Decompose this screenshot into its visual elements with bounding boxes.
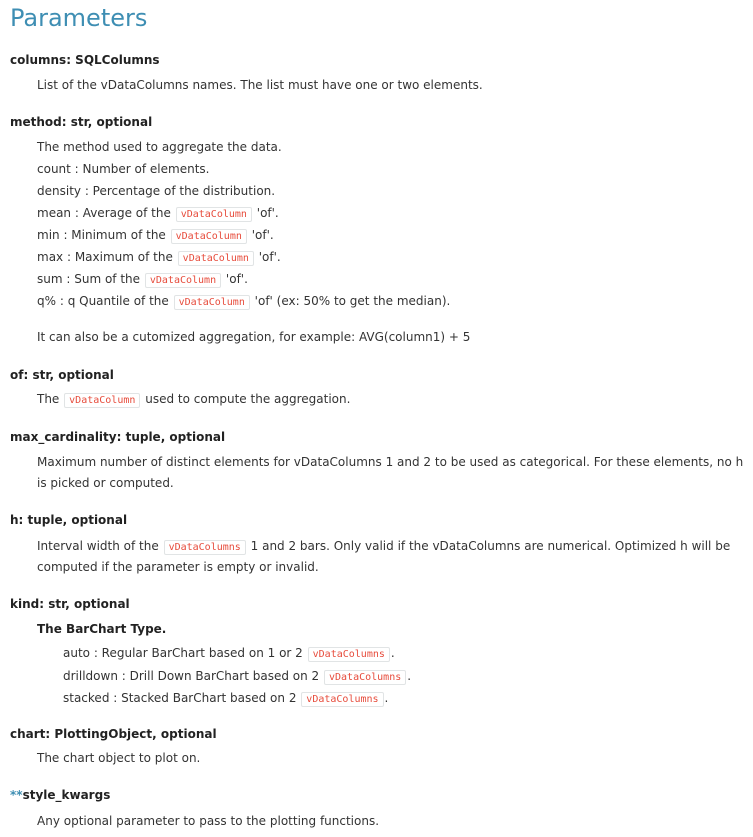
code-vdatacolumn[interactable]: vDataColumn bbox=[175, 207, 252, 222]
kind-auto-period: . bbox=[390, 646, 395, 660]
kwargs-stars: ** bbox=[10, 788, 23, 802]
method-min: min : Minimum of the vDataColumn 'of'. bbox=[37, 226, 274, 246]
param-h-line2: computed if the parameter is empty or in… bbox=[37, 560, 319, 574]
parameters-doc: Parameters columns: SQLColumns List of t… bbox=[0, 0, 753, 837]
param-max-cardinality-line1: Maximum number of distinct elements for … bbox=[37, 455, 744, 469]
method-min-text: min : Minimum of the bbox=[37, 228, 166, 242]
method-custom: It can also be a cutomized aggregation, … bbox=[37, 330, 471, 344]
kind-stacked-text: stacked : Stacked BarChart based on 2 bbox=[63, 691, 297, 705]
param-style-kwargs-desc: Any optional parameter to pass to the pl… bbox=[37, 814, 380, 828]
method-quantile-text: q% : q Quantile of the bbox=[37, 294, 169, 308]
method-max: max : Maximum of the vDataColumn 'of'. bbox=[37, 248, 281, 268]
param-h-line1: Interval width of the vDataColumns 1 and… bbox=[37, 537, 730, 557]
method-sum-text: sum : Sum of the bbox=[37, 272, 141, 286]
method-max-text: max : Maximum of the bbox=[37, 250, 173, 264]
param-max-cardinality-line2: is picked or computed. bbox=[37, 476, 174, 490]
method-mean: mean : Average of the vDataColumn 'of'. bbox=[37, 204, 279, 224]
kind-stacked: stacked : Stacked BarChart based on 2 vD… bbox=[63, 689, 388, 709]
method-density: density : Percentage of the distribution… bbox=[37, 184, 276, 198]
param-style-kwargs-name: style_kwargs bbox=[22, 788, 111, 802]
method-quantile-of: 'of' (ex: 50% to get the median). bbox=[254, 294, 451, 308]
method-mean-of: 'of'. bbox=[256, 206, 279, 220]
method-min-of: 'of'. bbox=[251, 228, 274, 242]
param-of-pre: The bbox=[37, 392, 60, 406]
code-vdatacolumn[interactable]: vDataColumn bbox=[173, 295, 250, 310]
method-sum: sum : Sum of the vDataColumn 'of'. bbox=[37, 270, 248, 290]
code-vdatacolumn[interactable]: vDataColumn bbox=[170, 229, 247, 244]
code-vdatacolumns[interactable]: vDataColumns bbox=[301, 692, 384, 707]
kind-stacked-period: . bbox=[384, 691, 389, 705]
param-columns-term: columns: SQLColumns bbox=[10, 53, 160, 67]
param-of-post: used to compute the aggregation. bbox=[145, 392, 351, 406]
method-max-of: 'of'. bbox=[258, 250, 281, 264]
method-intro: The method used to aggregate the data. bbox=[37, 140, 282, 154]
param-h-pre: Interval width of the bbox=[37, 539, 159, 553]
kind-auto: auto : Regular BarChart based on 1 or 2 … bbox=[63, 644, 395, 664]
code-vdatacolumn[interactable]: vDataColumn bbox=[144, 273, 222, 288]
param-columns-desc: List of the vDataColumns names. The list… bbox=[37, 78, 483, 92]
kind-drilldown-text: drilldown : Drill Down BarChart based on… bbox=[63, 669, 320, 683]
code-vdatacolumn[interactable]: vDataColumn bbox=[64, 393, 141, 408]
method-quantile: q% : q Quantile of the vDataColumn 'of' … bbox=[37, 292, 450, 312]
param-max-cardinality-term: max_cardinality: tuple, optional bbox=[10, 430, 226, 444]
code-vdatacolumns[interactable]: vDataColumns bbox=[163, 540, 246, 555]
method-sum-of: 'of'. bbox=[225, 272, 248, 286]
page-title: Parameters bbox=[10, 4, 148, 32]
kind-auto-text: auto : Regular BarChart based on 1 or 2 bbox=[63, 646, 303, 660]
param-style-kwargs-term: **style_kwargs bbox=[10, 788, 110, 802]
method-count: count : Number of elements. bbox=[37, 162, 210, 176]
param-h-post: 1 and 2 bars. Only valid if the vDataCol… bbox=[250, 539, 731, 553]
code-vdatacolumn[interactable]: vDataColumn bbox=[177, 251, 254, 266]
param-method-term: method: str, optional bbox=[10, 115, 153, 129]
code-vdatacolumns[interactable]: vDataColumns bbox=[323, 670, 407, 685]
kind-drilldown-period: . bbox=[407, 669, 412, 683]
kind-subtitle: The BarChart Type. bbox=[37, 622, 167, 636]
kind-drilldown: drilldown : Drill Down BarChart based on… bbox=[63, 667, 411, 687]
param-chart-desc: The chart object to plot on. bbox=[37, 751, 201, 765]
param-chart-term: chart: PlottingObject, optional bbox=[10, 727, 217, 741]
code-vdatacolumns[interactable]: vDataColumns bbox=[307, 647, 390, 662]
param-kind-term: kind: str, optional bbox=[10, 597, 130, 611]
param-of-term: of: str, optional bbox=[10, 368, 114, 382]
param-of-desc: The vDataColumn used to compute the aggr… bbox=[37, 390, 350, 410]
param-h-term: h: tuple, optional bbox=[10, 513, 128, 527]
method-mean-text: mean : Average of the bbox=[37, 206, 171, 220]
